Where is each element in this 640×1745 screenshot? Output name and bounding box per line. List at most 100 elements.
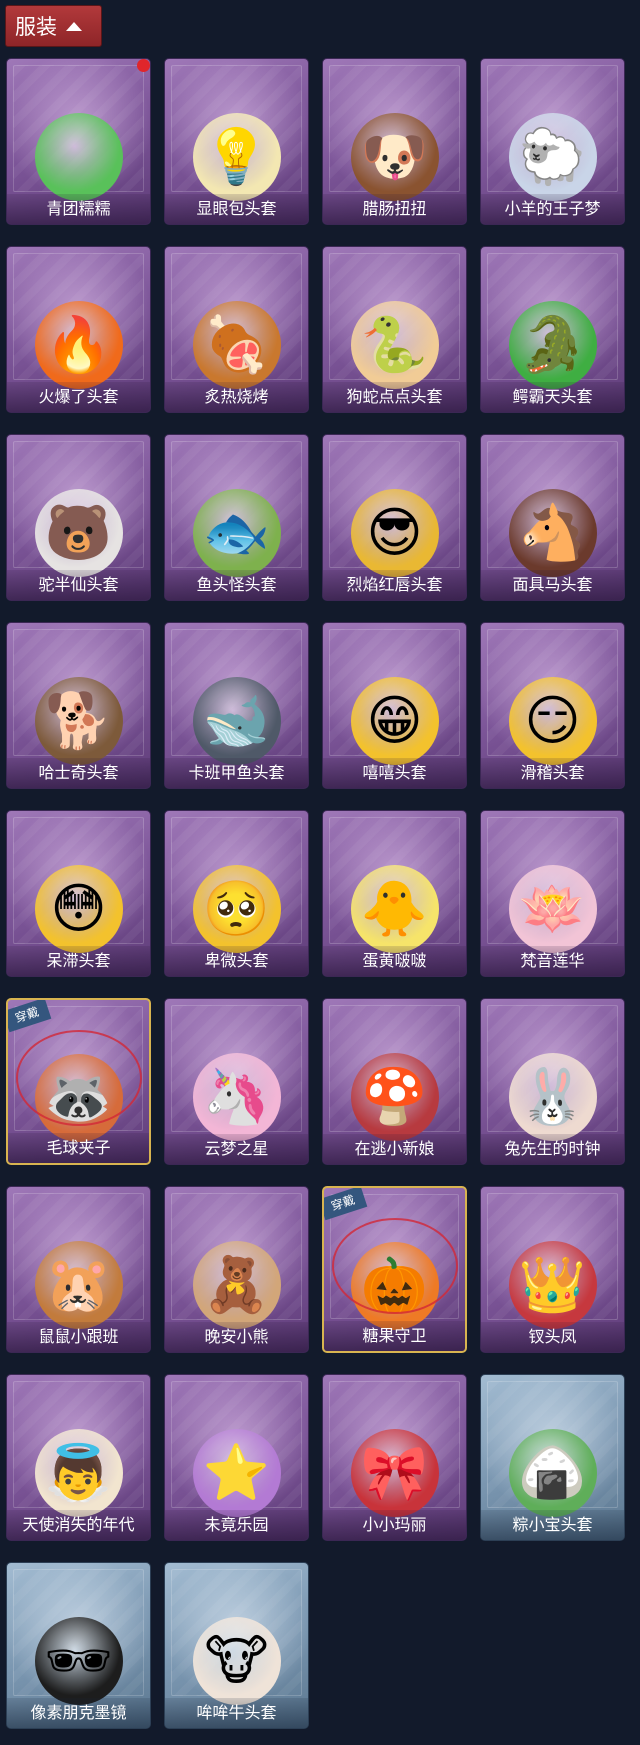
costume-card[interactable]: 🧸 晚安小熊 [164, 1186, 309, 1353]
crocodile-head-icon: 🐊 [508, 301, 597, 389]
hamster-charm-icon: 🐹 [34, 1241, 123, 1329]
costume-label: 小小玛丽 [323, 1510, 466, 1540]
mushroom-bride-charm-icon: 🍄 [350, 1053, 439, 1141]
costume-card[interactable]: 🦄 云梦之星 [164, 998, 309, 1165]
husky-sunglasses-head-icon: 🐕 [34, 677, 123, 765]
costume-label: 滑稽头套 [481, 758, 624, 788]
costume-card[interactable]: 🦝 穿戴 毛球夹子 [6, 998, 151, 1165]
grin-emoji-head-icon: 😁 [350, 677, 439, 765]
costume-label: 驼半仙头套 [7, 570, 150, 600]
costume-label: 炙热烧烤 [165, 382, 308, 412]
costume-card[interactable]: 🐍 狗蛇点点头套 [322, 246, 467, 413]
costume-card[interactable]: 🐶 腊肠扭扭 [322, 58, 467, 225]
snake-head-icon: 🐍 [350, 301, 439, 389]
costume-label: 火爆了头套 [7, 382, 150, 412]
costume-label: 未竟乐园 [165, 1510, 308, 1540]
costume-card[interactable]: 🐴 面具马头套 [480, 434, 625, 601]
crowned-sheep-head-icon: 🐑 [508, 113, 597, 201]
costume-card[interactable]: 🐮 哞哞牛头套 [164, 1562, 309, 1729]
costume-card[interactable]: 青团糯糯 [6, 58, 151, 225]
green-dumpling-head-icon [34, 113, 123, 201]
costume-label: 面具马头套 [481, 570, 624, 600]
costume-card[interactable]: 👼 天使消失的年代 [6, 1374, 151, 1541]
costume-label: 鱼头怪头套 [165, 570, 308, 600]
mary-doll-charm-icon: 🎀 [350, 1429, 439, 1517]
costume-card[interactable]: 🕶 像素朋克墨镜 [6, 1562, 151, 1729]
costume-label: 粽小宝头套 [481, 1510, 624, 1540]
alpaca-sunglasses-head-icon: 🐻 [34, 489, 123, 577]
yellow-mask-head-icon: 😎 [350, 489, 439, 577]
costume-card[interactable]: 🐹 鼠鼠小跟班 [6, 1186, 151, 1353]
costume-card[interactable]: 🍖 炙热烧烤 [164, 246, 309, 413]
costume-card[interactable]: 🪷 梵音莲华 [480, 810, 625, 977]
costume-card[interactable]: 🍄 在逃小新娘 [322, 998, 467, 1165]
cow-head-icon: 🐮 [192, 1617, 281, 1705]
equipped-badge: 穿戴 [8, 1000, 52, 1033]
costume-label: 哈士奇头套 [7, 758, 150, 788]
costume-card[interactable]: 🍙 粽小宝头套 [480, 1374, 625, 1541]
horse-head-icon: 🐴 [508, 489, 597, 577]
costume-label: 糖果守卫 [324, 1321, 465, 1351]
costume-card[interactable]: 🐊 鳄霸天头套 [480, 246, 625, 413]
costume-label: 梵音莲华 [481, 946, 624, 976]
costume-label: 像素朋克墨镜 [7, 1698, 150, 1728]
angel-doll-charm-icon: 👼 [34, 1429, 123, 1517]
costume-label: 兔先生的时钟 [481, 1134, 624, 1164]
costume-label: 天使消失的年代 [7, 1510, 150, 1540]
costume-card[interactable]: 🎀 小小玛丽 [322, 1374, 467, 1541]
equipped-badge: 穿戴 [324, 1188, 368, 1221]
costume-label: 显眼包头套 [165, 194, 308, 224]
teddy-bear-charm-icon: 🧸 [192, 1241, 281, 1329]
fire-head-icon: 🔥 [34, 301, 123, 389]
blank-emoji-head-icon: 😳 [34, 865, 123, 953]
costume-card[interactable]: 😳 呆滞头套 [6, 810, 151, 977]
costume-label: 云梦之星 [165, 1134, 308, 1164]
costume-label: 卡班甲鱼头套 [165, 758, 308, 788]
costume-label: 嘻嘻头套 [323, 758, 466, 788]
costume-label: 钗头凤 [481, 1322, 624, 1352]
costume-card[interactable]: 🎃 穿戴 糖果守卫 [322, 1186, 467, 1353]
costume-card[interactable]: 🐕 哈士奇头套 [6, 622, 151, 789]
costume-card[interactable]: 😁 嘻嘻头套 [322, 622, 467, 789]
costume-card[interactable]: 👑 钗头凤 [480, 1186, 625, 1353]
chevron-up-icon [66, 21, 82, 31]
costume-card[interactable]: 🐑 小羊的王子梦 [480, 58, 625, 225]
costume-card[interactable]: ⭐ 未竟乐园 [164, 1374, 309, 1541]
costume-label: 晚安小熊 [165, 1322, 308, 1352]
costume-card[interactable]: 🔥 火爆了头套 [6, 246, 151, 413]
costume-label: 哞哞牛头套 [165, 1698, 308, 1728]
pixel-sunglasses-icon: 🕶 [34, 1617, 123, 1705]
new-indicator-dot [137, 59, 150, 72]
costume-card[interactable]: 🐻 驼半仙头套 [6, 434, 151, 601]
costume-label: 腊肠扭扭 [323, 194, 466, 224]
rabbit-clock-charm-icon: 🐰 [508, 1053, 597, 1141]
costume-label: 狗蛇点点头套 [323, 382, 466, 412]
costume-grid: 青团糯糯 💡 显眼包头套 🐶 腊肠扭扭 🐑 小羊的王子梦 🔥 火爆了头套 🍖 炙热烧烤 🐍 狗蛇点点头套… [6, 58, 625, 1729]
costume-card[interactable]: 💡 显眼包头套 [164, 58, 309, 225]
costume-label: 鼠鼠小跟班 [7, 1322, 150, 1352]
humble-emoji-head-icon: 🥺 [192, 865, 281, 953]
fish-head-icon: 🐟 [192, 489, 281, 577]
costume-category-toggle[interactable]: 服装 [5, 5, 102, 47]
wonderland-doll-charm-icon: ⭐ [192, 1429, 281, 1517]
costume-card[interactable]: 😏 滑稽头套 [480, 622, 625, 789]
costume-card[interactable]: 🐟 鱼头怪头套 [164, 434, 309, 601]
raccoon-charm-icon: 🦝 [34, 1054, 123, 1142]
dachshund-head-icon: 🐶 [350, 113, 439, 201]
costume-label: 鳄霸天头套 [481, 382, 624, 412]
zongzi-head-icon: 🍙 [508, 1429, 597, 1517]
lotus-doll-charm-icon: 🪷 [508, 865, 597, 953]
costume-card[interactable]: 🐰 兔先生的时钟 [480, 998, 625, 1165]
costume-card[interactable]: 🐋 卡班甲鱼头套 [164, 622, 309, 789]
phoenix-crown-doll-charm-icon: 👑 [508, 1241, 597, 1329]
unicorn-charm-icon: 🦄 [192, 1053, 281, 1141]
lightbulb-head-icon: 💡 [192, 113, 281, 201]
costume-card[interactable]: 🐥 蛋黄啵啵 [322, 810, 467, 977]
category-label: 服装 [15, 15, 57, 39]
costume-card[interactable]: 😎 烈焰红唇头套 [322, 434, 467, 601]
costume-label: 青团糯糯 [7, 194, 150, 224]
costume-card[interactable]: 🥺 卑微头套 [164, 810, 309, 977]
egg-chick-head-icon: 🐥 [350, 865, 439, 953]
whale-head-icon: 🐋 [192, 677, 281, 765]
costume-label: 在逃小新娘 [323, 1134, 466, 1164]
